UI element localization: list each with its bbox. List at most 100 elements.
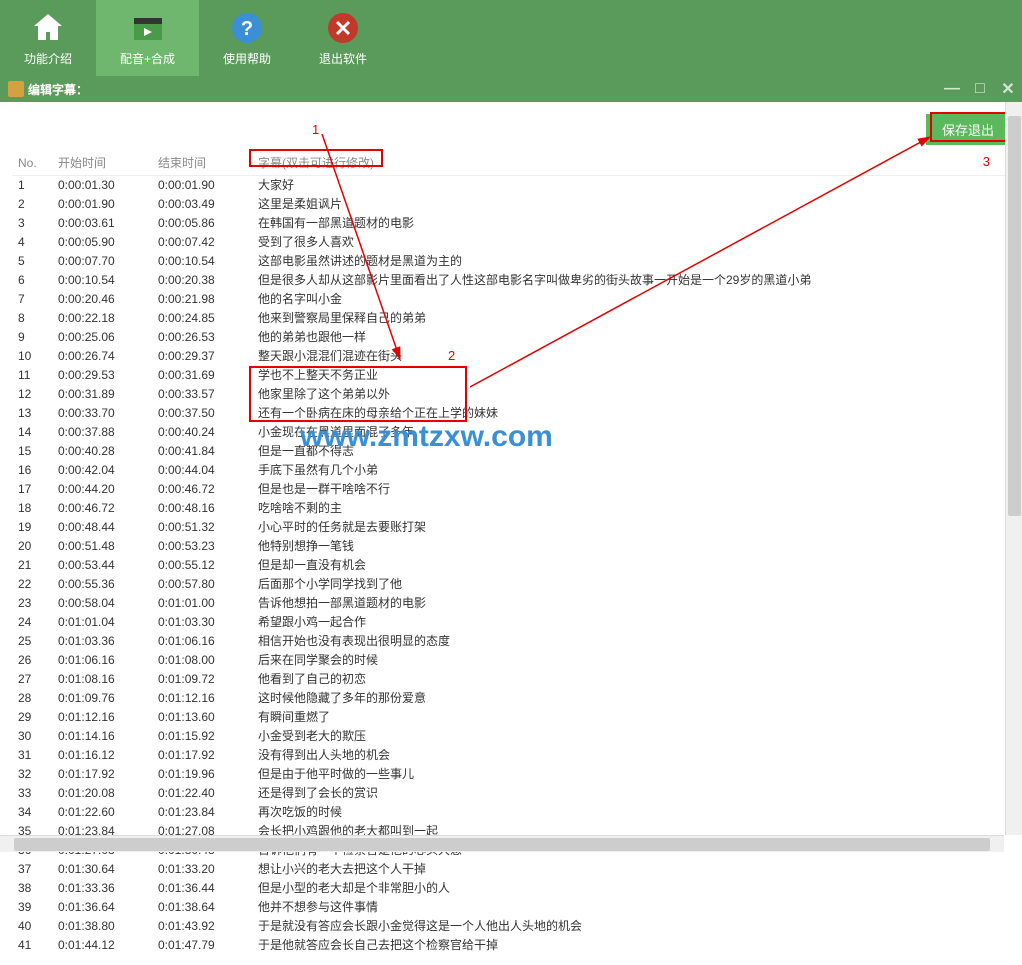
table-row[interactable]: 370:01:30.640:01:33.20想让小兴的老大去把这个人干掉 xyxy=(12,860,1010,879)
cell-no: 24 xyxy=(12,613,52,632)
table-row[interactable]: 120:00:31.890:00:33.57他家里除了这个弟弟以外 xyxy=(12,385,1010,404)
cell-start: 0:01:30.64 xyxy=(52,860,152,879)
table-row[interactable]: 340:01:22.600:01:23.84再次吃饭的时候 xyxy=(12,803,1010,822)
cell-end: 0:01:08.00 xyxy=(152,651,252,670)
table-row[interactable]: 140:00:37.880:00:40.24小金现在在黑道里面混了多年 xyxy=(12,423,1010,442)
toolbar-intro-button[interactable]: 功能介绍 xyxy=(0,0,96,76)
table-row[interactable]: 100:00:26.740:00:29.37整天跟小混混们混迹在街头 xyxy=(12,347,1010,366)
vertical-scrollbar[interactable] xyxy=(1005,102,1022,835)
table-row[interactable]: 320:01:17.920:01:19.96但是由于他平时做的一些事儿 xyxy=(12,765,1010,784)
table-row[interactable]: 200:00:51.480:00:53.23他特别想挣一笔钱 xyxy=(12,537,1010,556)
table-row[interactable]: 110:00:29.530:00:31.69学也不上整天不务正业 xyxy=(12,366,1010,385)
cell-no: 18 xyxy=(12,499,52,518)
cell-no: 5 xyxy=(12,252,52,271)
horizontal-scrollbar[interactable] xyxy=(0,835,1004,852)
table-row[interactable]: 400:01:38.800:01:43.92于是就没有答应会长跟小金觉得这是一个… xyxy=(12,917,1010,936)
table-row[interactable]: 240:01:01.040:01:03.30希望跟小鸡一起合作 xyxy=(12,613,1010,632)
cell-start: 0:01:33.36 xyxy=(52,879,152,898)
table-row[interactable]: 310:01:16.120:01:17.92没有得到出人头地的机会 xyxy=(12,746,1010,765)
cell-no: 16 xyxy=(12,461,52,480)
home-icon xyxy=(30,10,66,46)
window-title: 编辑字幕： xyxy=(28,81,88,98)
table-row[interactable]: 50:00:07.700:00:10.54这部电影虽然讲述的题材是黑道为主的 xyxy=(12,252,1010,271)
table-row[interactable]: 210:00:53.440:00:55.12但是却一直没有机会 xyxy=(12,556,1010,575)
table-row[interactable]: 170:00:44.200:00:46.72但是也是一群干啥啥不行 xyxy=(12,480,1010,499)
cell-end: 0:00:20.38 xyxy=(152,271,252,290)
svg-text:?: ? xyxy=(241,18,253,40)
cell-end: 0:00:55.12 xyxy=(152,556,252,575)
header-subtitle[interactable]: 字幕(双击可进行修改) xyxy=(252,150,1010,176)
maximize-button[interactable]: □ xyxy=(966,76,994,102)
table-row[interactable]: 410:01:44.120:01:47.79于是他就答应会长自己去把这个检察官给… xyxy=(12,936,1010,955)
header-no[interactable]: No. xyxy=(12,150,52,176)
cell-start: 0:01:06.16 xyxy=(52,651,152,670)
table-row[interactable]: 180:00:46.720:00:48.16吃啥啥不剩的主 xyxy=(12,499,1010,518)
cell-text: 这里是柔姐讽片 xyxy=(252,195,1010,214)
table-row[interactable]: 380:01:33.360:01:36.44但是小型的老大却是个非常胆小的人 xyxy=(12,879,1010,898)
cell-no: 2 xyxy=(12,195,52,214)
toolbar-exit-button[interactable]: 退出软件 xyxy=(295,0,391,76)
cell-start: 0:01:03.36 xyxy=(52,632,152,651)
cell-end: 0:00:07.42 xyxy=(152,233,252,252)
cell-text: 他并不想参与这件事情 xyxy=(252,898,1010,917)
table-row[interactable]: 390:01:36.640:01:38.64他并不想参与这件事情 xyxy=(12,898,1010,917)
cell-text: 想让小兴的老大去把这个人干掉 xyxy=(252,860,1010,879)
cell-no: 28 xyxy=(12,689,52,708)
cell-no: 4 xyxy=(12,233,52,252)
table-row[interactable]: 330:01:20.080:01:22.40还是得到了会长的赏识 xyxy=(12,784,1010,803)
cell-text: 小金受到老大的欺压 xyxy=(252,727,1010,746)
cell-start: 0:00:51.48 xyxy=(52,537,152,556)
cell-no: 7 xyxy=(12,290,52,309)
cell-start: 0:00:26.74 xyxy=(52,347,152,366)
table-row[interactable]: 150:00:40.280:00:41.84但是一直都不得志 xyxy=(12,442,1010,461)
toolbar-label: 功能介绍 xyxy=(24,50,72,67)
cell-no: 17 xyxy=(12,480,52,499)
table-row[interactable]: 130:00:33.700:00:37.50还有一个卧病在床的母亲给个正在上学的… xyxy=(12,404,1010,423)
cell-text: 受到了很多人喜欢 xyxy=(252,233,1010,252)
cell-no: 40 xyxy=(12,917,52,936)
table-row[interactable]: 270:01:08.160:01:09.72他看到了自己的初恋 xyxy=(12,670,1010,689)
cell-end: 0:01:47.79 xyxy=(152,936,252,955)
cell-start: 0:00:37.88 xyxy=(52,423,152,442)
cell-text: 整天跟小混混们混迹在街头 xyxy=(252,347,1010,366)
cell-start: 0:00:10.54 xyxy=(52,271,152,290)
table-row[interactable]: 90:00:25.060:00:26.53他的弟弟也跟他一样 xyxy=(12,328,1010,347)
table-row[interactable]: 20:00:01.900:00:03.49这里是柔姐讽片 xyxy=(12,195,1010,214)
table-row[interactable]: 30:00:03.610:00:05.86在韩国有一部黑道题材的电影 xyxy=(12,214,1010,233)
table-row[interactable]: 60:00:10.540:00:20.38但是很多人却从这部影片里面看出了人性这… xyxy=(12,271,1010,290)
close-button[interactable]: ✕ xyxy=(994,76,1022,102)
header-start[interactable]: 开始时间 xyxy=(52,150,152,176)
cell-no: 20 xyxy=(12,537,52,556)
table-row[interactable]: 290:01:12.160:01:13.60有瞬间重燃了 xyxy=(12,708,1010,727)
table-row[interactable]: 40:00:05.900:00:07.42受到了很多人喜欢 xyxy=(12,233,1010,252)
table-row[interactable]: 70:00:20.460:00:21.98他的名字叫小金 xyxy=(12,290,1010,309)
save-exit-button[interactable]: 保存退出 xyxy=(926,114,1010,145)
table-row[interactable]: 230:00:58.040:01:01.00告诉他想拍一部黑道题材的电影 xyxy=(12,594,1010,613)
cell-start: 0:00:07.70 xyxy=(52,252,152,271)
table-row[interactable]: 220:00:55.360:00:57.80后面那个小学同学找到了他 xyxy=(12,575,1010,594)
table-row[interactable]: 250:01:03.360:01:06.16相信开始也没有表现出很明显的态度 xyxy=(12,632,1010,651)
cell-end: 0:01:23.84 xyxy=(152,803,252,822)
minimize-button[interactable]: — xyxy=(938,76,966,102)
cell-end: 0:00:41.84 xyxy=(152,442,252,461)
cell-end: 0:00:53.23 xyxy=(152,537,252,556)
table-row[interactable]: 190:00:48.440:00:51.32小心平时的任务就是去要账打架 xyxy=(12,518,1010,537)
close-icon xyxy=(325,10,361,46)
table-row[interactable]: 160:00:42.040:00:44.04手底下虽然有几个小弟 xyxy=(12,461,1010,480)
cell-text: 还是得到了会长的赏识 xyxy=(252,784,1010,803)
cell-text: 在韩国有一部黑道题材的电影 xyxy=(252,214,1010,233)
cell-end: 0:01:19.96 xyxy=(152,765,252,784)
cell-text: 再次吃饭的时候 xyxy=(252,803,1010,822)
cell-no: 6 xyxy=(12,271,52,290)
toolbar-help-button[interactable]: ? 使用帮助 xyxy=(199,0,295,76)
table-row[interactable]: 10:00:01.300:00:01.90大家好 xyxy=(12,176,1010,196)
toolbar-compose-button[interactable]: 配音+合成 xyxy=(96,0,199,76)
table-row[interactable]: 260:01:06.160:01:08.00后来在同学聚会的时候 xyxy=(12,651,1010,670)
cell-end: 0:00:33.57 xyxy=(152,385,252,404)
cell-text: 但是却一直没有机会 xyxy=(252,556,1010,575)
table-row[interactable]: 280:01:09.760:01:12.16这时候他隐藏了多年的那份爱意 xyxy=(12,689,1010,708)
header-end[interactable]: 结束时间 xyxy=(152,150,252,176)
cell-start: 0:00:46.72 xyxy=(52,499,152,518)
table-row[interactable]: 80:00:22.180:00:24.85他来到警察局里保释自己的弟弟 xyxy=(12,309,1010,328)
table-row[interactable]: 300:01:14.160:01:15.92小金受到老大的欺压 xyxy=(12,727,1010,746)
